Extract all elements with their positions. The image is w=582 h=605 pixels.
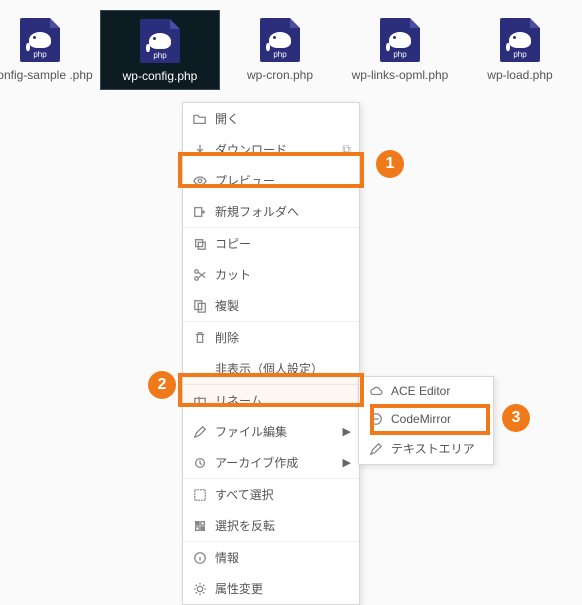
annotation-badge: 1	[376, 150, 404, 178]
file-name: wp-load.php	[464, 68, 576, 82]
php-file-icon: php	[224, 16, 336, 64]
menu-cut[interactable]: カット	[183, 259, 359, 290]
file-name: wp-cron.php	[224, 68, 336, 82]
file-item[interactable]: php wp-load.php	[460, 10, 580, 90]
file-item[interactable]: php -config-sample .php	[0, 10, 100, 90]
menu-label: 選択を反転	[215, 517, 351, 534]
menu-label: ファイル編集	[215, 423, 335, 440]
duplicate-icon	[193, 299, 207, 313]
menu-label: アーカイブ作成	[215, 454, 335, 471]
select-all-icon	[193, 488, 207, 502]
submenu-textarea[interactable]: テキストエリア	[359, 433, 493, 464]
folder-open-icon	[193, 112, 207, 126]
menu-label: 複製	[215, 297, 351, 314]
php-file-icon: php	[0, 16, 96, 64]
menu-archive[interactable]: アーカイブ作成 ▶	[183, 447, 359, 478]
menu-label: リネーム	[215, 392, 351, 409]
menu-invert-selection[interactable]: 選択を反転	[183, 510, 359, 541]
pencil-icon	[369, 442, 383, 456]
cloud-icon	[369, 384, 383, 398]
menu-delete[interactable]: 削除	[183, 321, 359, 353]
file-item[interactable]: php wp-cron.php	[220, 10, 340, 90]
file-name: wp-config.php	[105, 69, 215, 83]
link-icon: ⧉	[342, 142, 351, 157]
invert-icon	[193, 519, 207, 533]
rename-icon	[193, 394, 207, 408]
folder-plus-icon	[193, 205, 207, 219]
archive-icon	[193, 456, 207, 470]
menu-select-all[interactable]: すべて選択	[183, 478, 359, 510]
php-file-icon: php	[105, 17, 215, 65]
menu-edit-file[interactable]: ファイル編集 ▶	[183, 416, 359, 447]
context-menu: 開く ダウンロード ⧉ プレビュー 新規フォルダへ コピー カット 複製 削除 …	[182, 102, 360, 605]
menu-new-folder[interactable]: 新規フォルダへ	[183, 196, 359, 227]
menu-label: ダウンロード	[215, 141, 330, 158]
menu-info[interactable]: 情報	[183, 541, 359, 573]
menu-rename[interactable]: リネーム	[183, 384, 359, 416]
php-file-icon: php	[344, 16, 456, 64]
download-icon	[193, 143, 207, 157]
menu-chmod[interactable]: 属性変更	[183, 573, 359, 604]
file-name: wp-links-opml.php	[344, 68, 456, 82]
chevron-right-icon: ▶	[343, 456, 351, 469]
menu-label: プレビュー	[215, 172, 351, 189]
scissors-icon	[193, 268, 207, 282]
menu-preview[interactable]: プレビュー	[183, 165, 359, 196]
menu-label: 削除	[215, 329, 351, 346]
menu-open[interactable]: 開く	[183, 103, 359, 134]
submenu-label: CodeMirror	[391, 412, 485, 426]
submenu-codemirror[interactable]: CodeMirror	[359, 405, 493, 433]
menu-label: すべて選択	[215, 486, 351, 503]
menu-label: 属性変更	[215, 580, 351, 597]
menu-label: 新規フォルダへ	[215, 203, 351, 220]
menu-duplicate[interactable]: 複製	[183, 290, 359, 321]
file-grid: php -config-sample .php php wp-config.ph…	[0, 10, 580, 90]
file-name: -config-sample .php	[0, 68, 96, 82]
file-item[interactable]: php wp-links-opml.php	[340, 10, 460, 90]
pencil-icon	[193, 425, 207, 439]
file-item[interactable]: php wp-config.php	[100, 10, 220, 90]
eye-icon	[193, 174, 207, 188]
submenu-label: ACE Editor	[391, 384, 485, 398]
menu-label: 開く	[215, 110, 351, 127]
trash-icon	[193, 331, 207, 345]
submenu-label: テキストエリア	[391, 440, 485, 457]
menu-label: 非表示（個人設定）	[215, 360, 351, 377]
copy-icon	[193, 237, 207, 251]
chevron-right-icon: ▶	[343, 425, 351, 438]
gear-icon	[193, 582, 207, 596]
annotation-badge: 3	[502, 404, 530, 432]
php-file-icon: php	[464, 16, 576, 64]
annotation-badge: 2	[148, 371, 176, 399]
menu-label: コピー	[215, 235, 351, 252]
menu-copy[interactable]: コピー	[183, 227, 359, 259]
menu-hide[interactable]: 非表示（個人設定）	[183, 353, 359, 384]
codemirror-icon	[369, 412, 383, 426]
menu-download[interactable]: ダウンロード ⧉	[183, 134, 359, 165]
context-submenu-edit: ACE Editor CodeMirror テキストエリア	[358, 376, 494, 465]
menu-label: カット	[215, 266, 351, 283]
submenu-ace-editor[interactable]: ACE Editor	[359, 377, 493, 405]
